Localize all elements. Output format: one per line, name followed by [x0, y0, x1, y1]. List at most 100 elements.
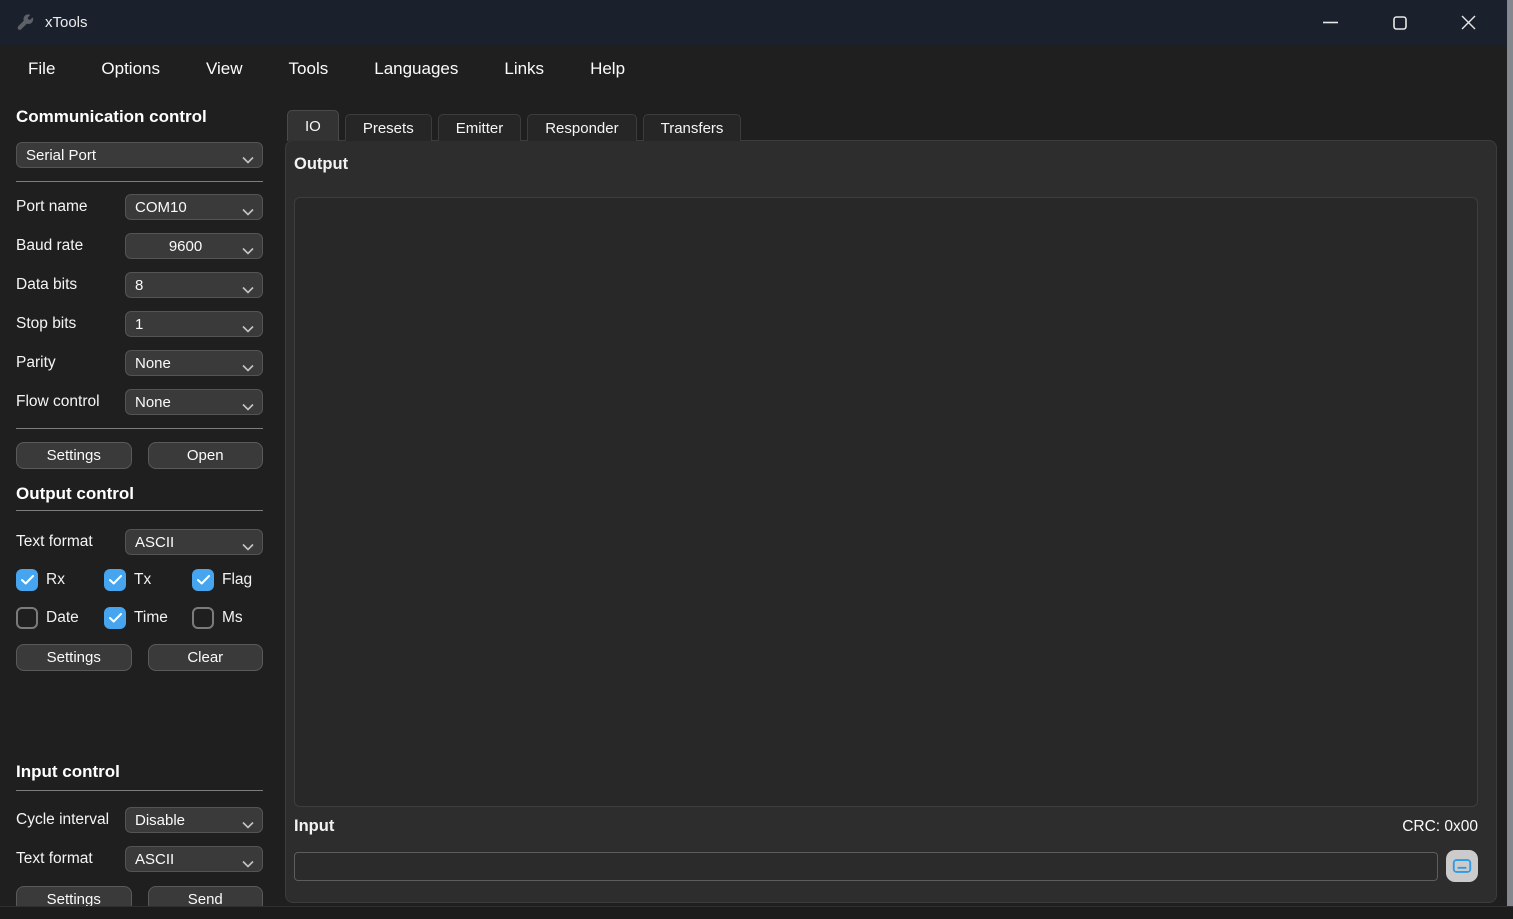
close-button[interactable]: [1434, 0, 1503, 45]
stop-bits-label: Stop bits: [16, 315, 125, 333]
menu-help[interactable]: Help: [567, 45, 648, 93]
ms-checkbox[interactable]: [192, 607, 214, 629]
communication-control-heading: Communication control: [16, 107, 263, 127]
chevron-down-icon: [242, 281, 254, 298]
io-pane: Output Input CRC: 0x00: [285, 140, 1497, 903]
baud-rate-dropdown[interactable]: 9600: [125, 233, 263, 259]
date-label: Date: [46, 609, 79, 627]
output-settings-button[interactable]: Settings: [16, 644, 132, 671]
crc-value: CRC: 0x00: [1402, 818, 1478, 836]
input-text-format-value: ASCII: [135, 851, 174, 868]
output-flags-row-1: Rx Tx Flag: [16, 567, 263, 593]
sidebar: Communication control Serial Port Port n…: [0, 93, 277, 906]
clear-button[interactable]: Clear: [148, 644, 264, 671]
output-heading: Output: [294, 155, 348, 174]
baud-rate-label: Baud rate: [16, 237, 125, 255]
input-text-format-dropdown[interactable]: ASCII: [125, 846, 263, 872]
menu-tools[interactable]: Tools: [266, 45, 352, 93]
rx-label: Rx: [46, 571, 65, 589]
check-icon: [109, 613, 122, 623]
flow-control-label: Flow control: [16, 393, 125, 411]
time-checkbox[interactable]: [104, 607, 126, 629]
output-flags-row-2: Date Time Ms: [16, 605, 263, 631]
time-checkbox-cell[interactable]: Time: [104, 605, 192, 631]
baud-rate-value: 9600: [169, 238, 202, 255]
parity-label: Parity: [16, 354, 125, 372]
comm-buttons-row: Settings Open: [16, 442, 263, 469]
date-checkbox[interactable]: [16, 607, 38, 629]
port-name-row: Port name COM10: [16, 194, 263, 220]
data-bits-value: 8: [135, 277, 143, 294]
rx-checkbox[interactable]: [16, 569, 38, 591]
minimize-icon: [1323, 21, 1338, 24]
divider: [16, 790, 263, 791]
tab-bar: IO Presets Emitter Responder Transfers: [287, 110, 741, 141]
tx-checkbox[interactable]: [104, 569, 126, 591]
data-bits-dropdown[interactable]: 8: [125, 272, 263, 298]
stop-bits-value: 1: [135, 316, 143, 333]
input-popup-icon: [1451, 856, 1473, 876]
tab-responder[interactable]: Responder: [527, 114, 636, 141]
parity-value: None: [135, 355, 171, 372]
output-text-format-value: ASCII: [135, 534, 174, 551]
chevron-down-icon: [242, 816, 254, 833]
stop-bits-row: Stop bits 1: [16, 311, 263, 337]
cycle-interval-value: Disable: [135, 812, 185, 829]
menu-languages[interactable]: Languages: [351, 45, 481, 93]
chevron-down-icon: [242, 320, 254, 337]
ms-checkbox-cell[interactable]: Ms: [192, 605, 263, 631]
rx-checkbox-cell[interactable]: Rx: [16, 567, 104, 593]
stop-bits-dropdown[interactable]: 1: [125, 311, 263, 337]
chevron-down-icon: [242, 855, 254, 872]
chevron-down-icon: [242, 203, 254, 220]
open-button[interactable]: Open: [148, 442, 264, 469]
menu-links[interactable]: Links: [481, 45, 567, 93]
menubar: File Options View Tools Languages Links …: [5, 45, 648, 93]
flow-control-dropdown[interactable]: None: [125, 389, 263, 415]
tab-io[interactable]: IO: [287, 110, 339, 141]
chevron-down-icon: [242, 538, 254, 555]
output-text-format-dropdown[interactable]: ASCII: [125, 529, 263, 555]
sidebar-spacer: [16, 686, 263, 762]
cycle-interval-row: Cycle interval Disable: [16, 807, 263, 833]
flag-checkbox-cell[interactable]: Flag: [192, 567, 263, 593]
parity-dropdown[interactable]: None: [125, 350, 263, 376]
comm-settings-button[interactable]: Settings: [16, 442, 132, 469]
data-bits-row: Data bits 8: [16, 272, 263, 298]
flag-label: Flag: [222, 571, 252, 589]
chevron-down-icon: [242, 242, 254, 259]
cycle-interval-label: Cycle interval: [16, 811, 125, 829]
port-name-dropdown[interactable]: COM10: [125, 194, 263, 220]
comm-type-dropdown[interactable]: Serial Port: [16, 142, 263, 168]
tab-emitter[interactable]: Emitter: [438, 114, 522, 141]
divider: [16, 181, 263, 182]
menu-view[interactable]: View: [183, 45, 266, 93]
tx-label: Tx: [134, 571, 151, 589]
flag-checkbox[interactable]: [192, 569, 214, 591]
titlebar: xTools: [0, 0, 1507, 45]
output-buttons-row: Settings Clear: [16, 644, 263, 671]
input-text-format-label: Text format: [16, 850, 125, 868]
port-name-value: COM10: [135, 199, 187, 216]
tab-transfers[interactable]: Transfers: [643, 114, 742, 141]
menu-file[interactable]: File: [5, 45, 78, 93]
menu-options[interactable]: Options: [78, 45, 183, 93]
output-display[interactable]: [294, 197, 1478, 807]
maximize-icon: [1393, 16, 1407, 30]
maximize-button[interactable]: [1365, 0, 1434, 45]
cycle-interval-dropdown[interactable]: Disable: [125, 807, 263, 833]
data-bits-label: Data bits: [16, 276, 125, 294]
window-title: xTools: [45, 14, 88, 31]
date-checkbox-cell[interactable]: Date: [16, 605, 104, 631]
tx-checkbox-cell[interactable]: Tx: [104, 567, 192, 593]
input-popup-button[interactable]: [1446, 850, 1478, 882]
input-control-heading: Input control: [16, 762, 263, 782]
baud-rate-row: Baud rate 9600: [16, 233, 263, 259]
chevron-down-icon: [242, 151, 254, 168]
tab-presets[interactable]: Presets: [345, 114, 432, 141]
minimize-button[interactable]: [1296, 0, 1365, 45]
check-icon: [197, 575, 210, 585]
flow-control-row: Flow control None: [16, 389, 263, 415]
input-text-format-row: Text format ASCII: [16, 846, 263, 872]
input-field[interactable]: [294, 852, 1438, 881]
